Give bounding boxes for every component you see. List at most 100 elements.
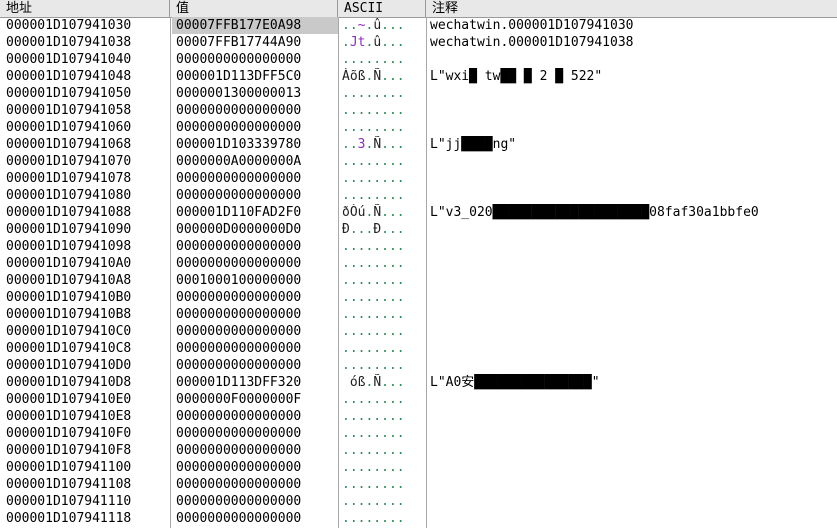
value-cell: 0000000000000000 bbox=[176, 307, 302, 322]
table-row[interactable]: 000001D107941080 0000000000000000........ bbox=[0, 187, 837, 204]
ascii-cell: ........ bbox=[340, 357, 426, 374]
table-row[interactable]: 000001D1079410E8 0000000000000000........ bbox=[0, 408, 837, 425]
address-cell: 000001D1079410A0 bbox=[6, 256, 132, 271]
table-row[interactable]: 000001D107941050 0000001300000013........ bbox=[0, 85, 837, 102]
ascii-segment: .. bbox=[342, 18, 358, 33]
comment-cell bbox=[430, 391, 837, 408]
table-row[interactable]: 000001D107941110 0000000000000000........ bbox=[0, 493, 837, 510]
table-row[interactable]: 000001D107941118 0000000000000000........ bbox=[0, 510, 837, 527]
column-header-address[interactable]: 地址 bbox=[0, 0, 170, 17]
ascii-cell: ........ bbox=[340, 187, 426, 204]
table-row[interactable]: 000001D107941090 000000D0000000D0 Ð...Ð... bbox=[0, 221, 837, 238]
value-cell: 0000000F0000000F bbox=[176, 392, 302, 407]
comment-cell bbox=[430, 493, 837, 510]
column-header-ascii[interactable]: ASCII bbox=[338, 0, 426, 17]
value-cell: 0000000000000000 bbox=[176, 426, 302, 441]
table-row[interactable]: 000001D1079410B8 0000000000000000........ bbox=[0, 306, 837, 323]
ascii-cell: .Jt.û... bbox=[340, 34, 426, 51]
comment-cell: L"v3_020████████████████████08faf30a1bbf… bbox=[430, 205, 759, 220]
table-row[interactable]: 000001D1079410D0 0000000000000000........ bbox=[0, 357, 837, 374]
ascii-segment: ........ bbox=[342, 409, 405, 424]
table-row[interactable]: 000001D107941108 0000000000000000........ bbox=[0, 476, 837, 493]
ascii-segment: ... bbox=[349, 222, 374, 237]
ascii-cell: ........ bbox=[340, 272, 426, 289]
table-row[interactable]: 000001D1079410E0 0000000F0000000F........ bbox=[0, 391, 837, 408]
ascii-segment: û bbox=[373, 35, 382, 50]
ascii-segment: Jt bbox=[349, 35, 366, 50]
ascii-segment: ........ bbox=[342, 273, 405, 288]
table-row[interactable]: 000001D107941058 0000000000000000........ bbox=[0, 102, 837, 119]
column-header-value[interactable]: 值 bbox=[170, 0, 338, 17]
ascii-segment: ........ bbox=[342, 324, 405, 339]
table-row[interactable]: 000001D107941048 000001D113DFF5C0 Àõß.Ñ...… bbox=[0, 68, 837, 85]
table-row[interactable]: 000001D107941100 0000000000000000........ bbox=[0, 459, 837, 476]
address-cell: 000001D107941040 bbox=[6, 52, 132, 67]
table-row[interactable]: 000001D1079410C8 0000000000000000........ bbox=[0, 340, 837, 357]
comment-cell: wechatwin.000001D107941038 bbox=[430, 35, 634, 50]
ascii-cell: ........ bbox=[340, 323, 426, 340]
address-cell: 000001D1079410A8 bbox=[6, 273, 132, 288]
table-row[interactable]: 000001D1079410F0 0000000000000000........ bbox=[0, 425, 837, 442]
table-row[interactable]: 000001D107941040 0000000000000000........ bbox=[0, 51, 837, 68]
comment-cell bbox=[430, 119, 837, 136]
value-cell: 0000000000000000 bbox=[176, 103, 302, 118]
table-row[interactable]: 000001D1079410D8 000001D113DFF320 óß.Ñ...… bbox=[0, 374, 837, 391]
ascii-cell: ........ bbox=[340, 476, 426, 493]
value-cell: 0000000000000000 bbox=[176, 171, 302, 186]
table-row[interactable]: 000001D1079410B0 0000000000000000........ bbox=[0, 289, 837, 306]
value-cell: 000001D113DFF320 bbox=[176, 375, 302, 390]
comment-cell bbox=[430, 306, 837, 323]
table-row[interactable]: 000001D107941088 000001D110FAD2F0 ðÒú.Ñ...… bbox=[0, 204, 837, 221]
address-cell: 000001D1079410F0 bbox=[6, 426, 132, 441]
ascii-cell: ........ bbox=[340, 510, 426, 527]
column-header-comment[interactable]: 注释 bbox=[426, 0, 837, 17]
comment-cell bbox=[430, 476, 837, 493]
ascii-cell: ........ bbox=[340, 391, 426, 408]
ascii-cell: ........ bbox=[340, 493, 426, 510]
table-row[interactable]: 000001D1079410F8 0000000000000000........ bbox=[0, 442, 837, 459]
ascii-segment: Ð bbox=[373, 222, 382, 237]
comment-cell bbox=[430, 102, 837, 119]
value-cell: 0000000000000000 bbox=[176, 358, 302, 373]
value-cell: 0000000000000000 bbox=[176, 188, 302, 203]
value-cell: 0000000000000000 bbox=[176, 324, 302, 339]
ascii-cell: ..3.Ñ... bbox=[340, 136, 426, 153]
ascii-cell: Ð...Ð... bbox=[340, 221, 426, 238]
comment-cell bbox=[430, 170, 837, 187]
ascii-cell: ........ bbox=[340, 102, 426, 119]
ascii-segment: ... bbox=[381, 35, 405, 50]
ascii-cell: ..~.û... bbox=[340, 17, 426, 34]
ascii-segment: Ñ bbox=[373, 137, 382, 152]
ascii-segment: ........ bbox=[342, 103, 405, 118]
ascii-cell: ........ bbox=[340, 119, 426, 136]
address-cell: 000001D107941030 bbox=[6, 18, 132, 33]
comment-cell bbox=[430, 510, 837, 527]
comment-cell bbox=[430, 187, 837, 204]
ascii-cell: ........ bbox=[340, 153, 426, 170]
ascii-segment: ........ bbox=[342, 239, 405, 254]
address-cell: 000001D107941070 bbox=[6, 154, 132, 169]
table-row[interactable]: 000001D107941060 0000000000000000........ bbox=[0, 119, 837, 136]
column-header-bar: 地址 值 ASCII 注释 bbox=[0, 0, 837, 18]
address-cell: 000001D107941080 bbox=[6, 188, 132, 203]
ascii-segment: ........ bbox=[342, 256, 405, 271]
value-cell: 000001D103339780 bbox=[176, 137, 302, 152]
comment-cell bbox=[430, 323, 837, 340]
ascii-cell: ........ bbox=[340, 425, 426, 442]
value-cell: 0000000000000000 bbox=[176, 460, 302, 475]
ascii-segment: û bbox=[373, 18, 382, 33]
comment-cell bbox=[430, 272, 837, 289]
table-row[interactable]: 000001D107941078 0000000000000000........ bbox=[0, 170, 837, 187]
table-row[interactable]: 000001D1079410A8 0001000100000000........ bbox=[0, 272, 837, 289]
table-row[interactable]: 000001D107941098 0000000000000000........ bbox=[0, 238, 837, 255]
table-row[interactable]: 000001D107941038 00007FFB17744A90 .Jt.û...… bbox=[0, 34, 837, 51]
comment-cell bbox=[430, 289, 837, 306]
table-row[interactable]: 000001D107941068 000001D103339780 ..3.Ñ...… bbox=[0, 136, 837, 153]
stack-dump-table[interactable]: 000001D107941030 00007FFB177E0A98 ..~.û...… bbox=[0, 17, 837, 527]
comment-cell bbox=[430, 408, 837, 425]
table-row[interactable]: 000001D107941030 00007FFB177E0A98 ..~.û...… bbox=[0, 17, 837, 34]
table-row[interactable]: 000001D1079410A0 0000000000000000........ bbox=[0, 255, 837, 272]
ascii-segment: ........ bbox=[342, 443, 405, 458]
table-row[interactable]: 000001D1079410C0 0000000000000000........ bbox=[0, 323, 837, 340]
table-row[interactable]: 000001D107941070 0000000A0000000A........ bbox=[0, 153, 837, 170]
